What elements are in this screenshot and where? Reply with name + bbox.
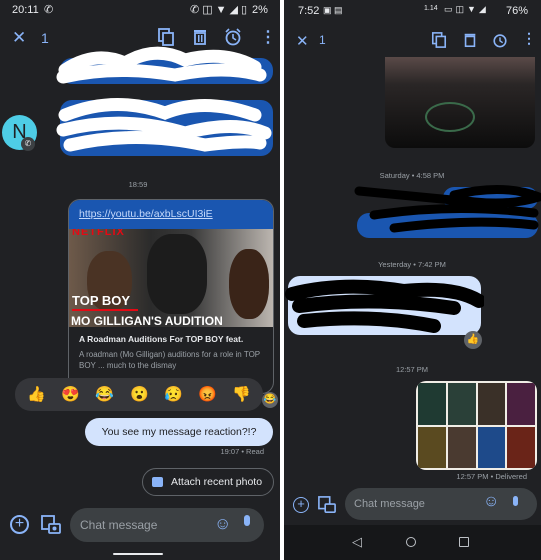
card-image xyxy=(507,426,535,468)
thumbnail-subtitle: MO GILLIGAN'S AUDITION xyxy=(71,314,223,327)
card-image xyxy=(418,383,446,425)
compose-placeholder: Chat message xyxy=(80,518,158,532)
alarm-icon[interactable] xyxy=(492,32,508,48)
add-icon[interactable]: + xyxy=(10,515,29,534)
navigation-bar: ◁ xyxy=(284,525,541,560)
chat-message-input[interactable]: Chat message ☺ xyxy=(345,488,537,520)
selected-count: 1 xyxy=(319,33,326,47)
more-icon[interactable]: ⋮ xyxy=(260,27,276,47)
copy-icon[interactable] xyxy=(431,32,447,48)
delete-icon[interactable] xyxy=(462,32,478,48)
redaction-scribble xyxy=(354,185,541,233)
timestamp: 18:59 xyxy=(128,180,148,189)
close-icon[interactable]: ✕ xyxy=(12,28,26,48)
chat-message-input[interactable]: Chat message ☺ xyxy=(70,508,264,542)
thumbnail-underline xyxy=(72,309,138,311)
reaction-thumbs-down[interactable]: 👎 xyxy=(232,385,251,403)
call-badge-icon: ✆ xyxy=(21,137,35,151)
card-image xyxy=(447,383,476,425)
thumbnail-person xyxy=(229,249,269,319)
timestamp: Yesterday • 7:42 PM xyxy=(378,260,446,269)
video-thumbnail[interactable]: NETFLIX TOP BOY MO GILLIGAN'S AUDITION xyxy=(69,229,273,327)
sent-message-bubble[interactable]: You see my message reaction?!? xyxy=(85,418,273,446)
microphone-icon[interactable] xyxy=(244,515,250,526)
link-description: A roadman (Mo Gilligan) auditions for a … xyxy=(79,350,260,370)
network-speed: 1.14 xyxy=(424,5,438,12)
more-icon[interactable]: ⋮ xyxy=(522,30,536,47)
link-preview-card[interactable]: https://youtu.be/axbLscUI3iE NETFLIX TOP… xyxy=(68,199,274,394)
left-phone-screen: 20:11 ✆ ✆◫▼◢▯ 2% ✕ 1 ⋮ N ✆ 18:59 https:/… xyxy=(0,0,280,560)
recents-icon[interactable] xyxy=(459,537,469,547)
card-image xyxy=(507,383,535,425)
battery-level: 76% xyxy=(506,5,529,17)
status-time: 20:11 xyxy=(12,4,39,16)
attach-button-label: Attach recent photo xyxy=(171,476,263,488)
link-url[interactable]: https://youtu.be/axbLscUI3iE xyxy=(69,200,273,229)
image-detail xyxy=(425,102,475,132)
message-status: 12:57 PM • Delivered xyxy=(456,472,527,481)
microphone-icon[interactable] xyxy=(513,496,518,506)
alarm-icon[interactable] xyxy=(224,28,242,46)
battery-level: 2% xyxy=(252,4,268,16)
netflix-logo: NETFLIX xyxy=(72,229,125,238)
back-icon[interactable]: ◁ xyxy=(352,534,362,550)
delete-icon[interactable] xyxy=(191,28,209,46)
image-attachment-cards[interactable] xyxy=(416,381,537,470)
call-icon: ✆ xyxy=(44,4,54,16)
reaction-picker: 👍 😍 😂 😮 😥 😡 👎 xyxy=(15,378,263,411)
selected-count: 1 xyxy=(41,30,49,46)
reaction-badge[interactable]: 👍 xyxy=(464,331,482,349)
reaction-badge[interactable]: 😂 xyxy=(262,392,278,408)
emoji-icon[interactable]: ☺ xyxy=(483,493,499,511)
home-icon[interactable] xyxy=(406,537,416,547)
card-image xyxy=(418,426,446,468)
timestamp: Saturday • 4:58 PM xyxy=(379,171,445,180)
reaction-surprised[interactable]: 😮 xyxy=(130,385,149,403)
image-icon xyxy=(152,477,163,487)
status-icons: ▭◫▼◢ xyxy=(444,4,489,14)
card-image xyxy=(447,426,476,468)
compose-placeholder: Chat message xyxy=(354,498,425,510)
reaction-heart-eyes[interactable]: 😍 xyxy=(61,385,80,403)
close-icon[interactable]: ✕ xyxy=(296,32,309,50)
timestamp: 12:57 PM xyxy=(395,365,429,374)
add-icon[interactable]: + xyxy=(293,497,309,513)
copy-icon[interactable] xyxy=(157,28,175,46)
reaction-angry[interactable]: 😡 xyxy=(198,385,217,403)
home-indicator[interactable] xyxy=(113,553,163,555)
message-status: 19:07 • Read xyxy=(220,447,265,456)
link-title: A Roadman Auditions For TOP BOY feat. xyxy=(79,334,244,344)
gallery-camera-icon[interactable] xyxy=(318,496,336,514)
emoji-icon[interactable]: ☺ xyxy=(214,514,231,534)
redaction-scribble xyxy=(56,46,272,152)
card-image xyxy=(477,426,506,468)
status-icons: ✆◫▼◢▯ xyxy=(190,4,251,16)
reaction-thumbs-up[interactable]: 👍 xyxy=(27,385,46,403)
redaction-scribble xyxy=(285,279,484,333)
reaction-laugh[interactable]: 😂 xyxy=(95,385,114,403)
card-image xyxy=(477,383,506,425)
thumbnail-title: TOP BOY xyxy=(72,293,131,308)
right-phone-screen: 7:52 ▣ ▤ 1.14 ▭◫▼◢ 76% ✕ 1 ⋮ Saturday • … xyxy=(284,0,541,560)
attach-recent-photo-button[interactable]: Attach recent photo xyxy=(142,468,274,496)
reaction-sad[interactable]: 😥 xyxy=(164,385,183,403)
image-attachment[interactable] xyxy=(385,57,535,148)
gallery-camera-icon[interactable] xyxy=(41,515,61,535)
notification-icons: ▣ ▤ xyxy=(323,5,343,15)
status-time: 7:52 xyxy=(298,5,320,17)
thumbnail-person xyxy=(147,234,207,314)
